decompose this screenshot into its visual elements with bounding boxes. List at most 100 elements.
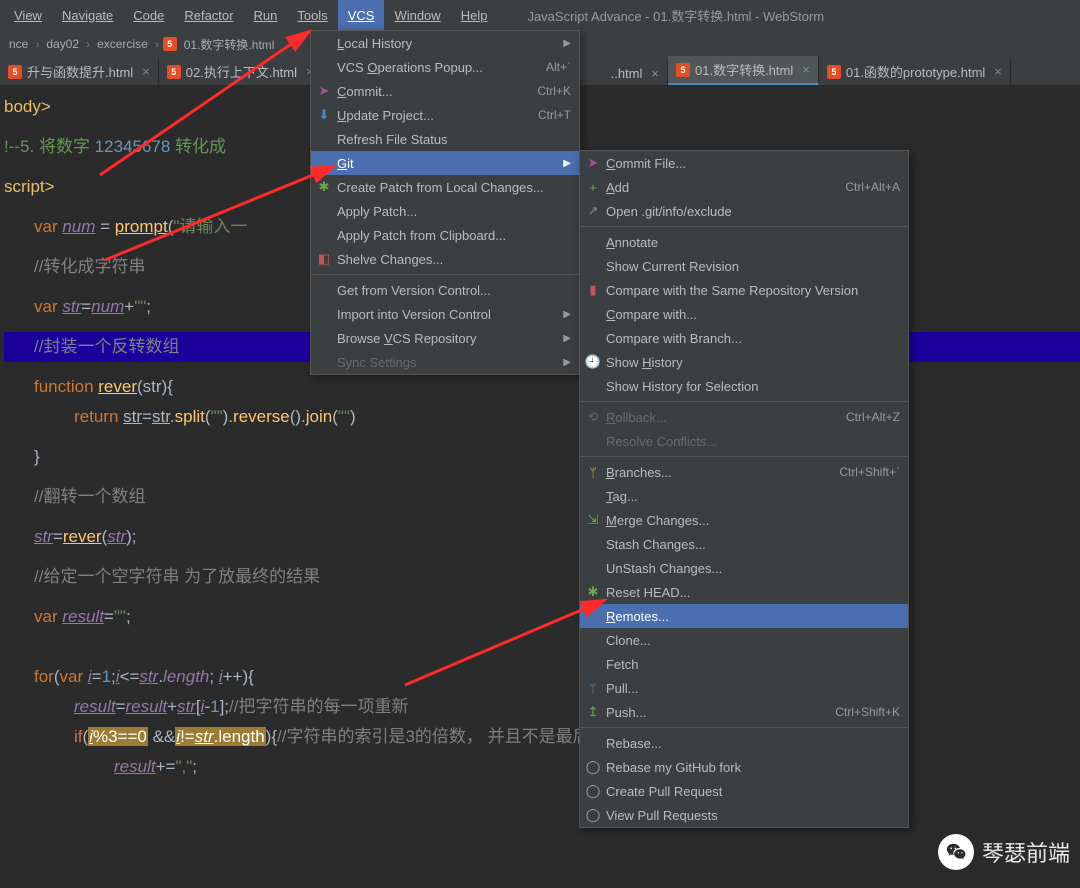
menu-tools[interactable]: Tools — [287, 0, 337, 30]
git-menu-item[interactable]: ◯View Pull Requests — [580, 803, 908, 827]
close-icon[interactable]: × — [142, 64, 150, 79]
vcs-menu-item[interactable]: ◧Shelve Changes... — [311, 247, 579, 271]
close-icon[interactable]: × — [651, 66, 659, 81]
vcs-menu-item[interactable]: Browse VCS Repository▶ — [311, 326, 579, 350]
menu-item-label: Create Patch from Local Changes... — [337, 180, 544, 195]
git-menu-item[interactable]: Show Current Revision — [580, 254, 908, 278]
git-menu-item[interactable]: Annotate — [580, 230, 908, 254]
menu-separator — [580, 456, 908, 457]
git-menu-item[interactable]: 🕘Show History — [580, 350, 908, 374]
menu-item-icon: ➤ — [585, 155, 601, 171]
tab-label: 01.函数的prototype.html — [846, 62, 985, 81]
git-menu-item[interactable]: Rebase... — [580, 731, 908, 755]
editor-tab[interactable]: 502.执行上下文.html× — [159, 58, 323, 85]
html-icon: 5 — [676, 63, 690, 77]
editor-tab[interactable]: 5升与函数提升.html× — [0, 58, 159, 85]
menu-item-label: Tag... — [606, 489, 638, 504]
editor-tab[interactable]: 501.数字转换.html× — [668, 56, 819, 85]
git-menu-item[interactable]: ✱Reset HEAD... — [580, 580, 908, 604]
git-menu-item: ⟲Rollback...Ctrl+Alt+Z — [580, 405, 908, 429]
git-menu-item[interactable]: Show History for Selection — [580, 374, 908, 398]
git-menu-item[interactable]: Tag... — [580, 484, 908, 508]
menu-item-label: Reset HEAD... — [606, 585, 691, 600]
menu-item-label: Rebase my GitHub fork — [606, 760, 741, 775]
menu-window[interactable]: Window — [384, 0, 450, 30]
vcs-menu-item[interactable]: Apply Patch from Clipboard... — [311, 223, 579, 247]
menu-shortcut: Ctrl+Alt+A — [845, 180, 900, 194]
menu-item-label: Push... — [606, 705, 646, 720]
menu-item-label: Annotate — [606, 235, 658, 250]
vcs-menu-item[interactable]: ⬇Update Project...Ctrl+T — [311, 103, 579, 127]
menu-item-icon: ◧ — [316, 251, 332, 267]
git-menu-item[interactable]: +AddCtrl+Alt+A — [580, 175, 908, 199]
menu-item-label: Compare with Branch... — [606, 331, 742, 346]
git-menu-item[interactable]: UnStash Changes... — [580, 556, 908, 580]
git-menu-item[interactable]: Remotes... — [580, 604, 908, 628]
menu-item-icon: ▮ — [585, 282, 601, 298]
menu-item-label: Git — [337, 156, 354, 171]
git-submenu: ➤Commit File...+AddCtrl+Alt+A↗Open .git/… — [579, 150, 909, 828]
vcs-menu-item[interactable]: ➤Commit...Ctrl+K — [311, 79, 579, 103]
editor-tab[interactable]: ..html × — [603, 62, 668, 85]
git-menu-item[interactable]: ▮ Compare with the Same Repository Versio… — [580, 278, 908, 302]
vcs-menu-item: Sync Settings▶ — [311, 350, 579, 374]
vcs-menu-item[interactable]: Git▶ — [311, 151, 579, 175]
vcs-menu-item[interactable]: VCS Operations Popup...Alt+` — [311, 55, 579, 79]
menu-item-label: Merge Changes... — [606, 513, 709, 528]
menu-code[interactable]: Code — [123, 0, 174, 30]
menu-shortcut: Ctrl+Shift+` — [839, 465, 900, 479]
menu-item-label: Clone... — [606, 633, 651, 648]
bc-item[interactable]: excercise — [94, 37, 151, 51]
git-menu-item[interactable]: ᛘBranches...Ctrl+Shift+` — [580, 460, 908, 484]
close-icon[interactable]: × — [802, 62, 810, 77]
menu-vcs[interactable]: VCS — [338, 0, 385, 30]
git-menu-item[interactable]: ◯Rebase my GitHub fork — [580, 755, 908, 779]
git-menu-item: Resolve Conflicts... — [580, 429, 908, 453]
menu-item-label: Rebase... — [606, 736, 662, 751]
vcs-menu-item[interactable]: Local History▶ — [311, 31, 579, 55]
menu-view[interactable]: View — [4, 0, 52, 30]
vcs-menu-item[interactable]: Apply Patch... — [311, 199, 579, 223]
chevron-right-icon: › — [86, 37, 90, 51]
git-menu-item[interactable]: ↗Open .git/info/exclude — [580, 199, 908, 223]
vcs-menu-item[interactable]: Refresh File Status — [311, 127, 579, 151]
git-menu-item[interactable]: ᛘPull... — [580, 676, 908, 700]
chevron-right-icon: ▶ — [563, 333, 571, 344]
menu-shortcut: Ctrl+K — [537, 84, 571, 98]
menu-item-icon: ◯ — [585, 783, 601, 799]
menu-item-icon: ⟲ — [585, 409, 601, 425]
bc-item[interactable]: 01.数字转换.html — [181, 36, 278, 53]
git-menu-item[interactable]: Compare with Branch... — [580, 326, 908, 350]
git-menu-item[interactable]: Compare with... — [580, 302, 908, 326]
vcs-menu-item[interactable]: Get from Version Control... — [311, 278, 579, 302]
editor-tab[interactable]: 501.函数的prototype.html× — [819, 58, 1011, 85]
menu-bar: View Navigate Code Refactor Run Tools VC… — [0, 0, 1080, 30]
vcs-menu-item[interactable]: ✱Create Patch from Local Changes... — [311, 175, 579, 199]
menu-run[interactable]: Run — [243, 0, 287, 30]
menu-refactor[interactable]: Refactor — [174, 0, 243, 30]
wechat-icon — [938, 834, 974, 870]
bc-item[interactable]: nce — [6, 37, 31, 51]
tab-label: ..html — [611, 66, 643, 81]
menu-item-label: Show Current Revision — [606, 259, 739, 274]
menu-shortcut: Ctrl+Shift+K — [835, 705, 900, 719]
git-menu-item[interactable]: ◯Create Pull Request — [580, 779, 908, 803]
menu-navigate[interactable]: Navigate — [52, 0, 123, 30]
menu-item-label: Pull... — [606, 681, 639, 696]
close-icon[interactable]: × — [994, 64, 1002, 79]
menu-help[interactable]: Help — [451, 0, 498, 30]
git-menu-item[interactable]: Stash Changes... — [580, 532, 908, 556]
bc-item[interactable]: day02 — [43, 37, 82, 51]
html-icon: 5 — [163, 37, 177, 51]
vcs-menu-item[interactable]: Import into Version Control▶ — [311, 302, 579, 326]
tab-label: 02.执行上下文.html — [186, 62, 297, 81]
chevron-right-icon: ▶ — [563, 38, 571, 49]
git-menu-item[interactable]: Fetch — [580, 652, 908, 676]
menu-item-label: Compare with the Same Repository Version — [606, 283, 858, 298]
git-menu-item[interactable]: ↥Push...Ctrl+Shift+K — [580, 700, 908, 724]
git-menu-item[interactable]: ➤Commit File... — [580, 151, 908, 175]
git-menu-item[interactable]: ⇲Merge Changes... — [580, 508, 908, 532]
menu-separator — [580, 401, 908, 402]
chevron-right-icon: ▶ — [563, 309, 571, 320]
git-menu-item[interactable]: Clone... — [580, 628, 908, 652]
